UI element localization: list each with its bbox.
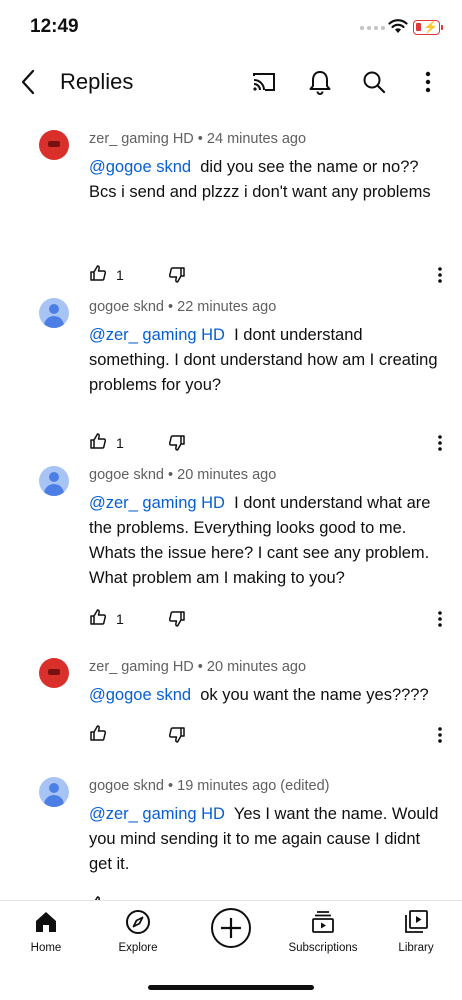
meta-separator: •	[197, 659, 203, 675]
comment-text: @zer_ gaming HD I dont understand what a…	[89, 491, 444, 591]
meta-separator: •	[168, 467, 174, 483]
library-icon	[405, 910, 428, 933]
create-button[interactable]	[209, 907, 253, 954]
comment-actions: 1	[0, 608, 462, 632]
thumbs-down-icon[interactable]	[168, 434, 186, 452]
mention-link[interactable]: @zer_ gaming HD	[89, 805, 225, 823]
wifi-icon	[388, 19, 408, 33]
thumbs-down-icon[interactable]	[168, 610, 186, 628]
comment-text: @zer_ gaming HD Yes I want the name. Wou…	[89, 802, 444, 877]
comment-actions	[0, 724, 462, 748]
comment-body: ok you want the name yes????	[200, 686, 429, 704]
more-vert-icon[interactable]	[414, 68, 442, 96]
thumbs-up-icon[interactable]	[89, 264, 107, 282]
meta-separator: •	[197, 131, 203, 147]
comment-more-icon[interactable]	[432, 265, 448, 285]
cast-icon[interactable]	[250, 68, 278, 96]
back-arrow-icon[interactable]	[18, 68, 40, 96]
comment-time: 19 minutes ago (edited)	[177, 778, 330, 794]
search-icon[interactable]	[360, 68, 388, 96]
thumbs-up-icon[interactable]	[89, 608, 107, 626]
meta-separator: •	[168, 778, 174, 794]
nav-home-label: Home	[30, 942, 62, 954]
nav-explore[interactable]: Explore	[115, 909, 161, 954]
nav-library-label: Library	[398, 942, 434, 954]
comment-author[interactable]: zer_ gaming HD	[89, 659, 194, 675]
home-indicator[interactable]	[148, 985, 314, 990]
compass-icon	[126, 910, 150, 934]
comment-time: 20 minutes ago	[177, 467, 277, 483]
avatar[interactable]	[39, 130, 69, 160]
comment-actions: 1	[0, 264, 462, 288]
nav-subscriptions-label: Subscriptions	[288, 942, 358, 954]
nav-library[interactable]: Library	[396, 909, 436, 954]
comment-more-icon[interactable]	[432, 433, 448, 453]
avatar[interactable]	[39, 298, 69, 328]
mention-link[interactable]: @gogoe sknd	[89, 686, 191, 704]
mention-link[interactable]: @gogoe sknd	[89, 158, 191, 176]
thumbs-down-icon[interactable]	[168, 726, 186, 744]
comment-text: @gogoe sknd did you see the name or no??…	[89, 155, 444, 205]
comment-author[interactable]: zer_ gaming HD	[89, 131, 194, 147]
mention-link[interactable]: @zer_ gaming HD	[89, 494, 225, 512]
signal-dots-icon	[360, 26, 385, 30]
comment-author[interactable]: gogoe sknd	[89, 467, 164, 483]
comment-more-icon[interactable]	[432, 609, 448, 629]
add-circle-icon	[211, 908, 251, 948]
mention-link[interactable]: @zer_ gaming HD	[89, 326, 225, 344]
thumbs-up-icon[interactable]	[89, 432, 107, 450]
battery-icon: ⚡	[413, 20, 440, 35]
status-bar: 12:49 ⚡	[0, 0, 462, 56]
nav-explore-label: Explore	[118, 942, 158, 954]
nav-home[interactable]: Home	[27, 909, 65, 954]
meta-separator: •	[168, 299, 174, 315]
nav-subscriptions[interactable]: Subscriptions	[286, 909, 360, 954]
page-title: Replies	[60, 69, 134, 94]
app-header: Replies	[0, 56, 462, 108]
comment-text: @zer_ gaming HD I dont understand someth…	[89, 323, 444, 398]
replies-list[interactable]: zer_ gaming HD • 24 minutes ago @gogoe s…	[0, 112, 462, 900]
like-count: 1	[116, 611, 124, 627]
comment-author[interactable]: gogoe sknd	[89, 299, 164, 315]
comment-actions: 1	[0, 432, 462, 456]
comment-more-icon[interactable]	[432, 725, 448, 745]
comment-author[interactable]: gogoe sknd	[89, 778, 164, 794]
home-icon	[36, 912, 56, 932]
like-count: 1	[116, 267, 124, 283]
comment-time: 20 minutes ago	[206, 659, 307, 675]
notifications-bell-icon[interactable]	[306, 68, 334, 96]
thumbs-down-icon[interactable]	[168, 266, 186, 284]
comment-text: @gogoe sknd ok you want the name yes????	[89, 683, 444, 708]
comment-time: 24 minutes ago	[206, 131, 307, 147]
like-count: 1	[116, 435, 124, 451]
avatar[interactable]	[39, 777, 69, 807]
status-time: 12:49	[30, 16, 79, 37]
comment-time: 22 minutes ago	[177, 299, 277, 315]
avatar[interactable]	[39, 466, 69, 496]
subscriptions-icon	[312, 911, 334, 933]
thumbs-up-icon[interactable]	[89, 724, 107, 742]
avatar[interactable]	[39, 658, 69, 688]
